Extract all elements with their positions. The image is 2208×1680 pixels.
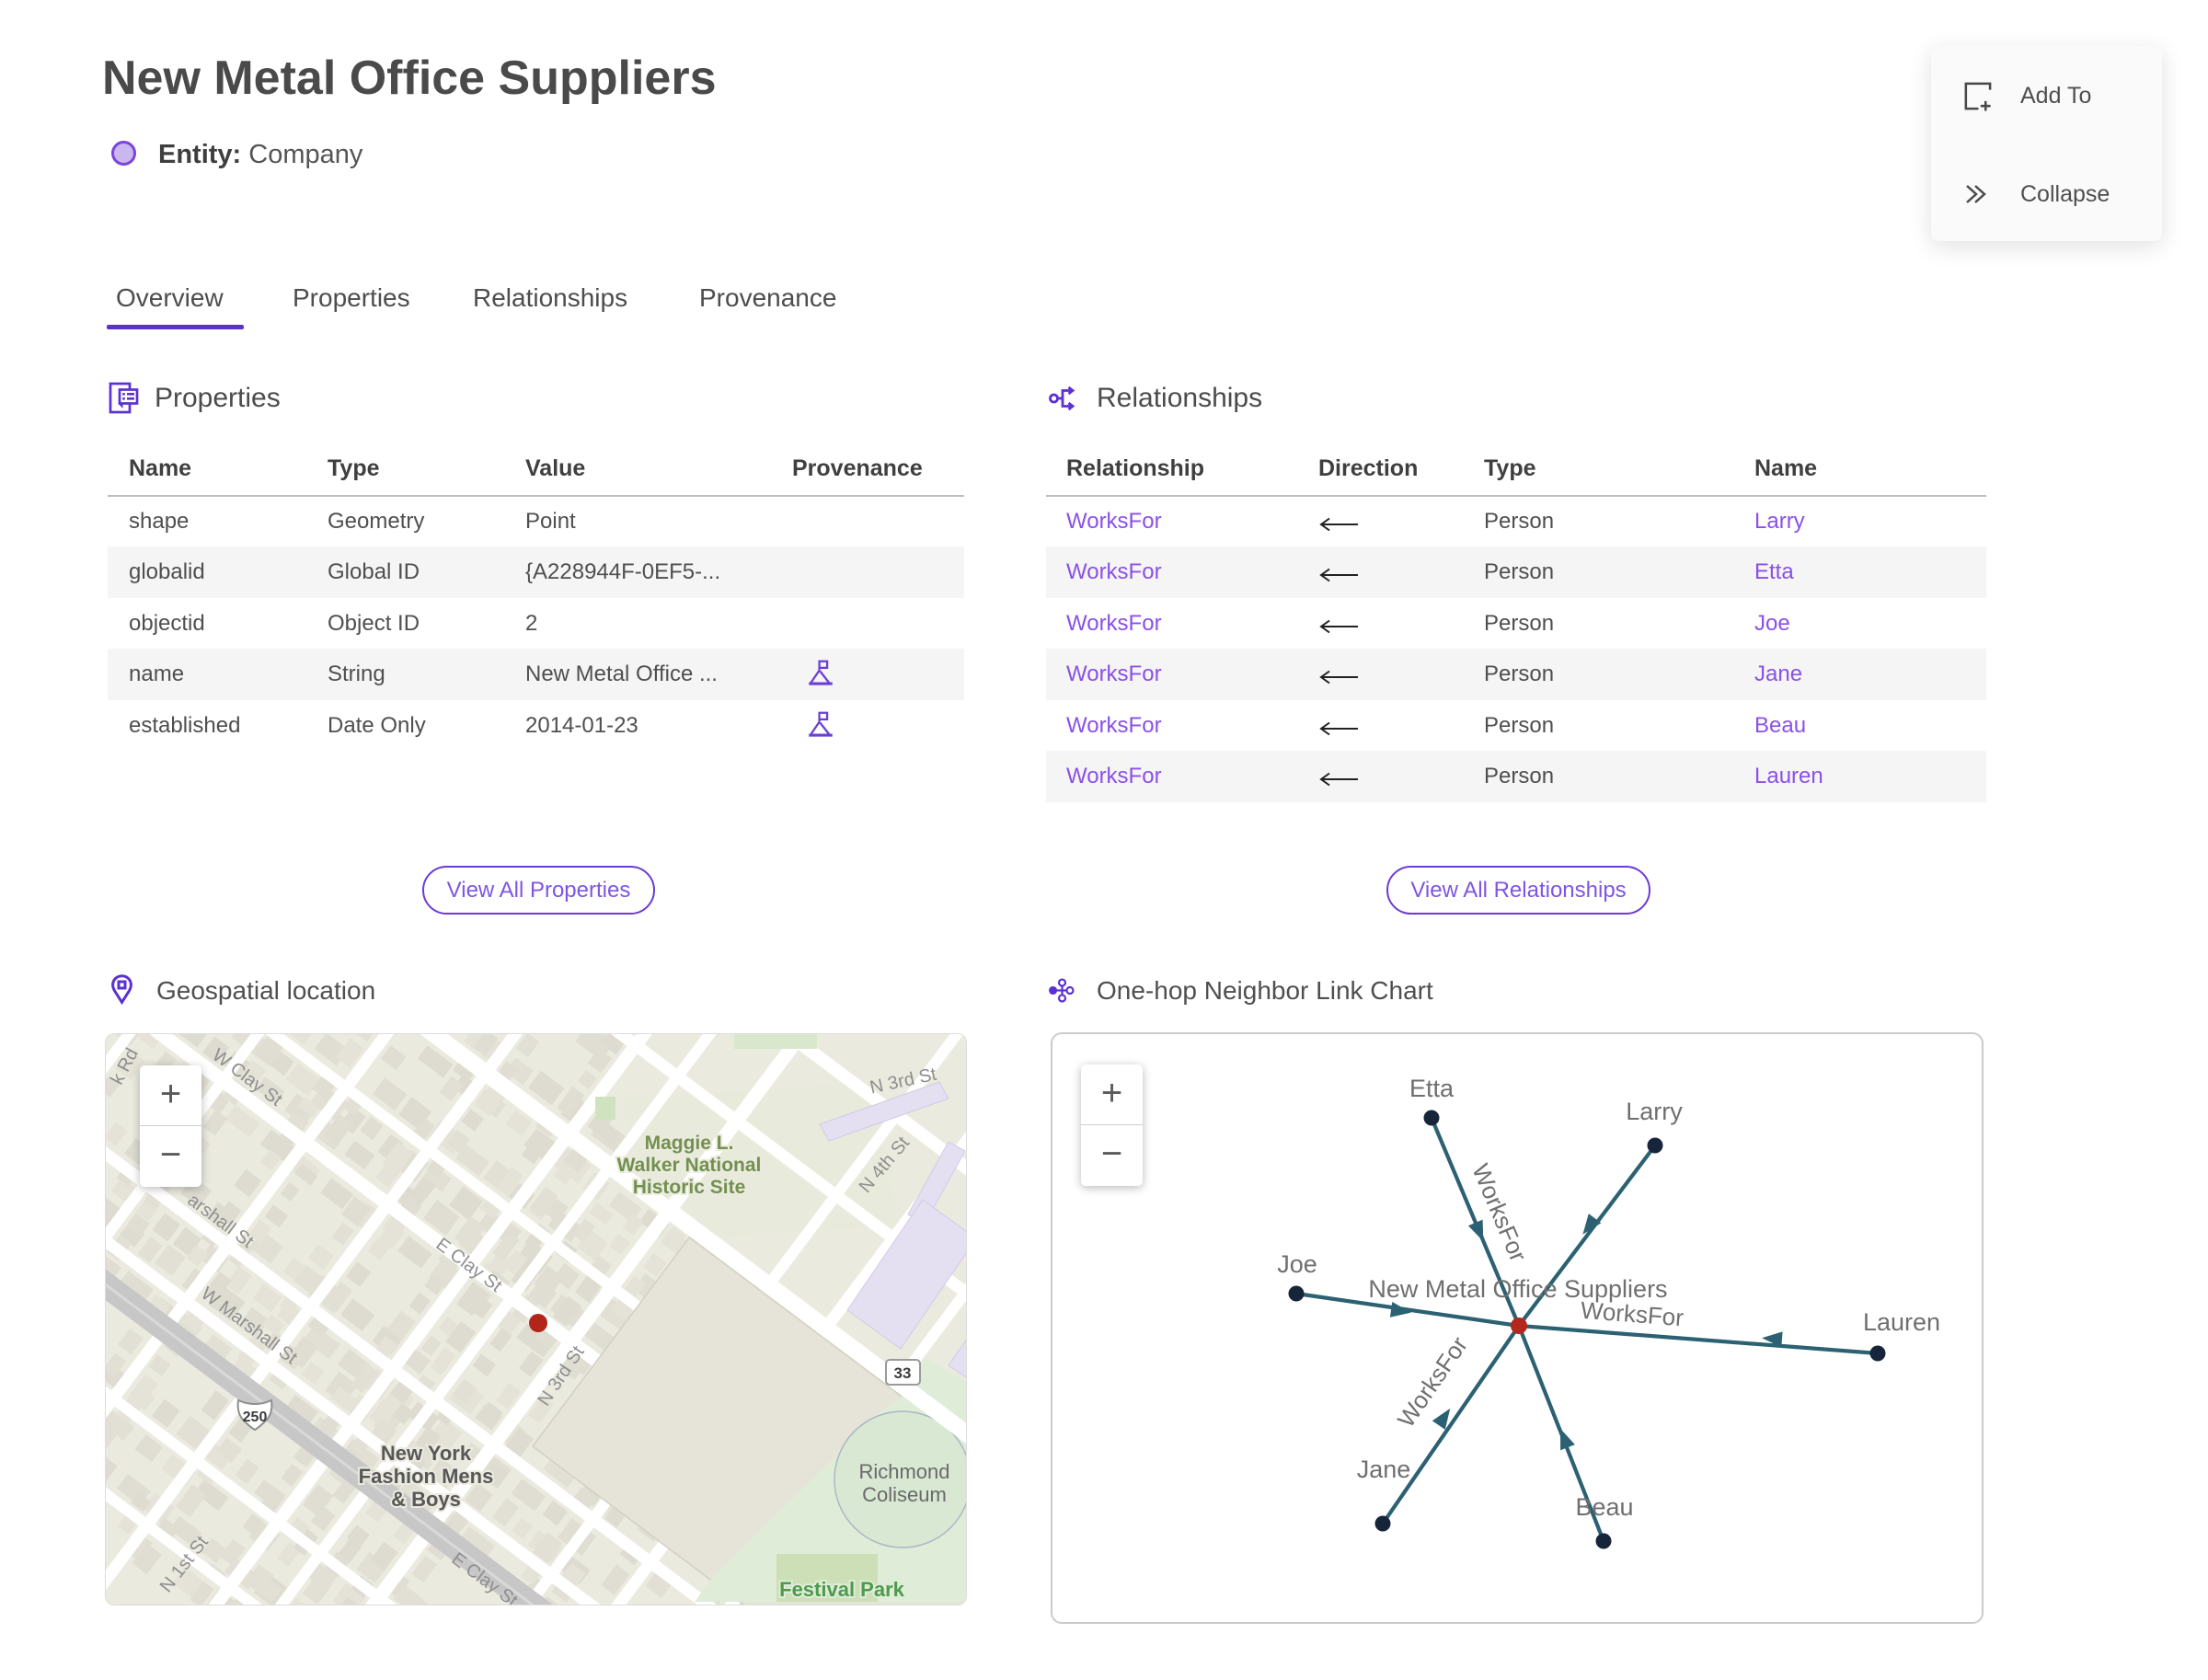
- svg-text:Beau: Beau: [1575, 1493, 1633, 1521]
- svg-text:Larry: Larry: [1626, 1098, 1683, 1125]
- svg-text:Richmond: Richmond: [858, 1460, 949, 1483]
- svg-text:Festival Park: Festival Park: [779, 1578, 905, 1601]
- svg-text:WorksFor: WorksFor: [1580, 1296, 1685, 1332]
- svg-text:Lauren: Lauren: [1863, 1308, 1940, 1336]
- svg-text:& Boys: & Boys: [391, 1488, 461, 1511]
- svg-text:33: 33: [894, 1364, 912, 1382]
- svg-text:Fashion Mens: Fashion Mens: [359, 1465, 494, 1488]
- svg-text:WorksFor: WorksFor: [1466, 1159, 1533, 1265]
- svg-text:New York: New York: [381, 1442, 472, 1465]
- svg-text:Walker National: Walker National: [617, 1155, 762, 1176]
- svg-text:Joe: Joe: [1277, 1250, 1317, 1278]
- svg-text:Maggie L.: Maggie L.: [645, 1133, 734, 1154]
- svg-text:Etta: Etta: [1409, 1075, 1455, 1102]
- svg-text:Coliseum: Coliseum: [862, 1483, 947, 1506]
- svg-text:250: 250: [243, 1410, 268, 1425]
- svg-text:Jane: Jane: [1357, 1456, 1411, 1483]
- svg-text:Historic Site: Historic Site: [633, 1177, 746, 1198]
- svg-text:WorksFor: WorksFor: [1392, 1331, 1473, 1433]
